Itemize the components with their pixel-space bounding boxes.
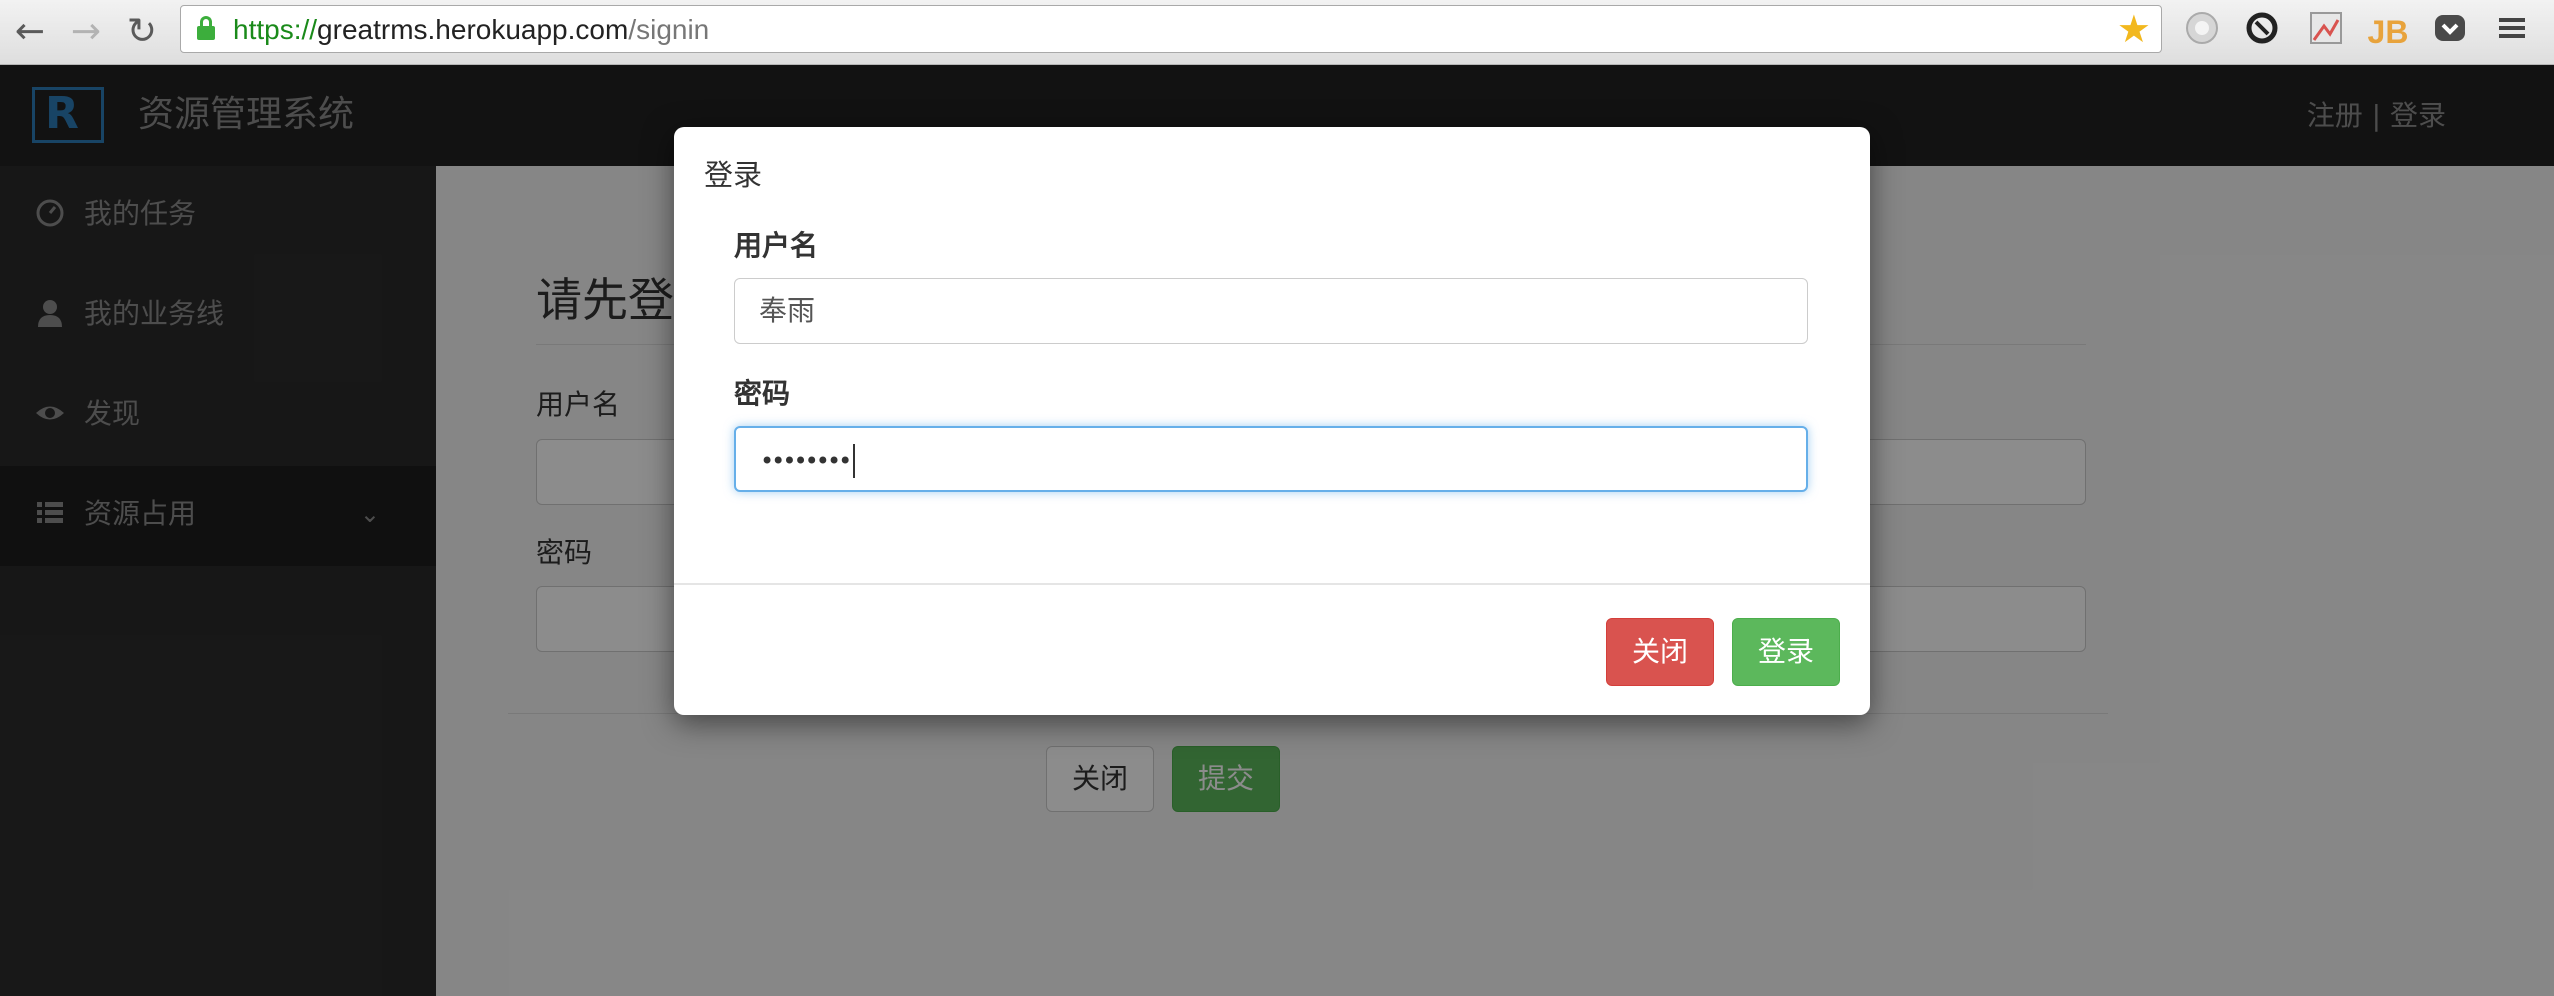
login-modal: 登录 用户名 奉雨 密码 •••••••• 关闭 登录 [674, 127, 1870, 715]
globe-extension-icon[interactable] [2180, 10, 2224, 54]
password-input[interactable]: •••••••• [734, 426, 1808, 492]
username-label: 用户名 [734, 229, 819, 262]
reload-icon[interactable]: ↻ [120, 10, 164, 54]
password-mask: •••••••• [760, 447, 852, 475]
close-button[interactable]: 关闭 [1606, 618, 1714, 686]
browser-toolbar: ← → ↻ https://greatrms.herokuapp.com/sig… [0, 0, 2554, 65]
menu-icon[interactable] [2490, 10, 2534, 54]
image-extension-icon[interactable] [2304, 10, 2348, 54]
text-caret [853, 444, 856, 478]
bookmark-star-icon[interactable]: ★ [2117, 9, 2151, 49]
back-arrow-icon[interactable]: ← [8, 10, 52, 54]
url-host: greatrms.herokuapp.com [317, 14, 629, 45]
login-button[interactable]: 登录 [1732, 618, 1840, 686]
pocket-extension-icon[interactable] [2428, 10, 2472, 54]
modal-title: 登录 [704, 158, 763, 192]
password-label: 密码 [734, 377, 791, 410]
username-input[interactable]: 奉雨 [734, 278, 1808, 344]
url-scheme: https:// [233, 14, 318, 45]
address-bar[interactable]: https://greatrms.herokuapp.com/signin ★ [180, 5, 2162, 53]
sync-extension-icon[interactable] [2240, 10, 2284, 54]
modal-footer-divider [674, 583, 1870, 585]
url-text[interactable]: https://greatrms.herokuapp.com/signin [233, 14, 709, 46]
lock-icon [197, 16, 215, 40]
url-path: /signin [628, 14, 710, 45]
forward-arrow-icon[interactable]: → [64, 10, 108, 54]
jb-extension-icon[interactable]: JB [2366, 10, 2410, 54]
